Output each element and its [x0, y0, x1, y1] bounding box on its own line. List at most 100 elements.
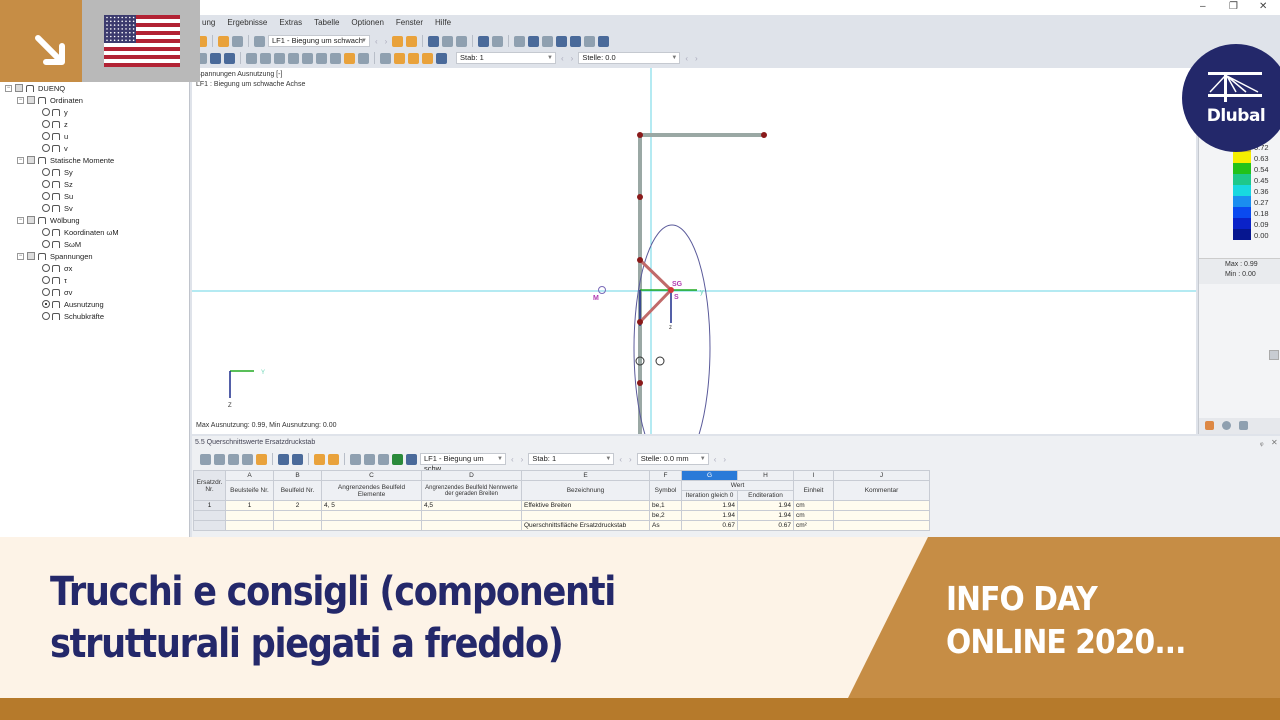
- checkbox[interactable]: [27, 216, 35, 224]
- collapse-icon[interactable]: −: [17, 96, 24, 104]
- center-icon[interactable]: [528, 35, 540, 47]
- table-2-icon[interactable]: [456, 35, 468, 47]
- table-cell-i[interactable]: cm²: [793, 520, 834, 531]
- section-display-icon[interactable]: [224, 52, 235, 64]
- panel-close-button[interactable]: ✕: [1271, 438, 1278, 447]
- settings-icon[interactable]: [492, 35, 504, 47]
- stress-omega-icon[interactable]: [274, 52, 285, 64]
- tree-group-wölbung[interactable]: − Wölbung: [17, 214, 80, 226]
- pick-icon[interactable]: [364, 453, 375, 465]
- minimize-button[interactable]: –: [1200, 1, 1206, 12]
- radio-button[interactable]: [42, 264, 50, 272]
- frame-icon[interactable]: [408, 52, 419, 64]
- col-letter-c[interactable]: C: [321, 470, 422, 481]
- tree-item[interactable]: Su: [42, 190, 73, 202]
- language-flag-box[interactable]: [82, 0, 200, 82]
- prev-arrow-icon[interactable]: ‹: [375, 37, 378, 46]
- values-icon[interactable]: [406, 35, 418, 47]
- table-cell-g[interactable]: 1.94: [681, 500, 738, 511]
- table-cell-e[interactable]: Effektive Breiten: [521, 500, 650, 511]
- menu-item-tabelle[interactable]: Tabelle: [308, 16, 345, 30]
- tree-item[interactable]: y: [42, 106, 68, 118]
- table-cell-a[interactable]: 1: [225, 500, 274, 511]
- table-icon-1[interactable]: [200, 453, 211, 465]
- collapse-icon[interactable]: −: [5, 84, 12, 92]
- tree-item[interactable]: Sy: [42, 166, 73, 178]
- mirror-icon[interactable]: [542, 35, 554, 47]
- table-cell-j[interactable]: [833, 500, 930, 511]
- table-cell-d[interactable]: 4,5: [421, 500, 522, 511]
- prev-arrow-icon[interactable]: ‹: [511, 455, 514, 464]
- table-cell-a[interactable]: [225, 520, 274, 531]
- collapse-icon[interactable]: −: [17, 252, 24, 260]
- table-cell-c[interactable]: [321, 510, 422, 521]
- radio-button[interactable]: [42, 144, 50, 152]
- collapse-icon[interactable]: −: [17, 156, 24, 164]
- collapse-icon[interactable]: −: [17, 216, 24, 224]
- info-icon[interactable]: [570, 35, 582, 47]
- measure-tab-icon[interactable]: [1239, 421, 1248, 430]
- radio-button[interactable]: [42, 120, 50, 128]
- next-arrow-icon[interactable]: ›: [571, 54, 574, 63]
- col-letter-f[interactable]: F: [649, 470, 682, 481]
- tree-item[interactable]: z: [42, 118, 68, 130]
- tree-item[interactable]: u: [42, 130, 68, 142]
- table-loadcase-select[interactable]: LF1 - Biegung um schw ▼: [420, 453, 506, 473]
- next-arrow-icon[interactable]: ›: [695, 54, 698, 63]
- table-cell-c[interactable]: [321, 520, 422, 531]
- table-cell-j[interactable]: [833, 510, 930, 521]
- table-cell-g[interactable]: 1.94: [681, 510, 738, 521]
- menu-item-hilfe[interactable]: Hilfe: [429, 16, 457, 30]
- display-tab-icon[interactable]: [1222, 421, 1231, 430]
- tree-item[interactable]: Koordinaten ωM: [42, 226, 119, 238]
- filter-2-icon[interactable]: [328, 453, 339, 465]
- tree-item[interactable]: Sv: [42, 202, 73, 214]
- tau-icon[interactable]: [316, 52, 327, 64]
- close-button[interactable]: ✕: [1259, 1, 1267, 12]
- radio-button[interactable]: [42, 288, 50, 296]
- stelle-select[interactable]: Stelle: 0.0 ▼: [578, 52, 681, 64]
- pen-icon[interactable]: [380, 52, 391, 64]
- menu-item-optionen[interactable]: Optionen: [345, 16, 389, 30]
- stress-somega-icon[interactable]: [288, 52, 299, 64]
- table-cell-h[interactable]: 1.94: [737, 510, 794, 521]
- prev-arrow-icon[interactable]: ‹: [714, 455, 717, 464]
- loadcase-icon[interactable]: [254, 35, 265, 47]
- bracket-icon[interactable]: [422, 52, 433, 64]
- next-arrow-icon[interactable]: ›: [521, 455, 524, 464]
- filter-icon[interactable]: [314, 453, 325, 465]
- shear-icon[interactable]: [358, 52, 369, 64]
- tree-item[interactable]: Schubkräfte: [42, 310, 104, 322]
- section-icon[interactable]: [428, 35, 440, 47]
- tree-item[interactable]: v: [42, 142, 68, 154]
- checkbox[interactable]: [27, 96, 35, 104]
- table-icon-4[interactable]: [242, 453, 253, 465]
- table-cell-b[interactable]: [273, 520, 322, 531]
- results-icon[interactable]: [392, 35, 404, 47]
- delete-icon[interactable]: [556, 35, 568, 47]
- checkbox[interactable]: [27, 252, 35, 260]
- radio-button[interactable]: [42, 276, 50, 284]
- color-scale-tab-icon[interactable]: [1205, 421, 1214, 430]
- display-icon[interactable]: [210, 52, 221, 64]
- radio-button[interactable]: [42, 240, 50, 248]
- tree-group-spannungen[interactable]: − Spannungen: [17, 250, 93, 262]
- table-cell-e[interactable]: Querschnittsfläche Ersatzdruckstab: [521, 520, 650, 531]
- row-number[interactable]: [193, 520, 226, 531]
- stab-select[interactable]: Stab: 1 ▼: [456, 52, 556, 64]
- table-cell-f[interactable]: be,1: [649, 500, 682, 511]
- table-cell-f[interactable]: be,2: [649, 510, 682, 521]
- table-cell-i[interactable]: cm: [793, 500, 834, 511]
- col-letter-h[interactable]: H: [737, 470, 794, 481]
- table-cell-h[interactable]: 0.67: [737, 520, 794, 531]
- details-icon[interactable]: [378, 453, 389, 465]
- view-toggle-icon[interactable]: [218, 35, 229, 47]
- radio-button[interactable]: [42, 192, 50, 200]
- prev-table-icon[interactable]: [278, 453, 289, 465]
- checkbox[interactable]: [27, 156, 35, 164]
- next-table-icon[interactable]: [292, 453, 303, 465]
- tree-group-ordinaten[interactable]: − Ordinaten: [17, 94, 83, 106]
- radio-button[interactable]: [42, 168, 50, 176]
- radio-button[interactable]: [42, 108, 50, 116]
- stress-sz-icon[interactable]: [260, 52, 271, 64]
